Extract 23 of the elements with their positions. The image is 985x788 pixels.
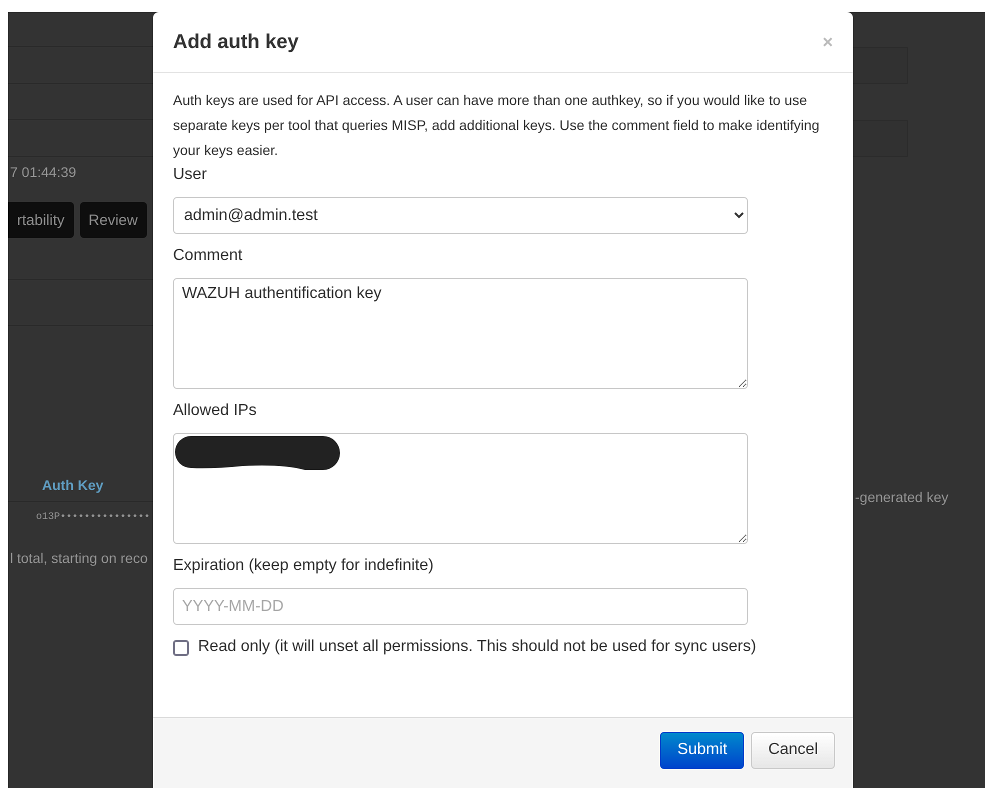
table-cell [853, 120, 908, 157]
column-header[interactable]: Auth Key [8, 477, 104, 493]
text-area-field[interactable]: WAZUH authentification key [173, 278, 748, 389]
field-label: Expiration (keep empty for indefinite) [173, 556, 435, 576]
user-select[interactable]: admin@admin.test [173, 197, 748, 234]
field-label: Allowed IPs [173, 401, 258, 421]
submit-button[interactable]: Submit [660, 732, 744, 768]
cancel-button[interactable]: Cancel [751, 732, 835, 768]
table-cell-text: o13P••••••••••••••• [35, 512, 150, 522]
read-only-checkbox[interactable] [173, 640, 189, 656]
date-field[interactable]: YYYY-MM-DD [173, 588, 748, 625]
field-label: User [173, 165, 208, 185]
tab-button[interactable]: rtability [8, 202, 74, 238]
text-area-field[interactable] [173, 433, 748, 544]
timestamp-text: 7 01:44:39 [9, 164, 76, 180]
field-label: Comment [173, 246, 244, 266]
table-cell-text: -generated key [854, 489, 948, 505]
pagination-text: l total, starting on reco [9, 550, 148, 566]
table-cell [853, 47, 908, 84]
tab-button[interactable]: Review [80, 202, 147, 238]
dialog-title: Add auth key [173, 30, 299, 54]
description-text: Auth keys are used for API access. A user can have more than one authkey, so if you would like to use separate keys per tool that queries MISP, add additional keys. Use the comment field to make identifying your keys easier. [173, 91, 820, 160]
checkbox-label: Read only (it will unset all permissions. This should not be used for sync users) [198, 638, 756, 656]
